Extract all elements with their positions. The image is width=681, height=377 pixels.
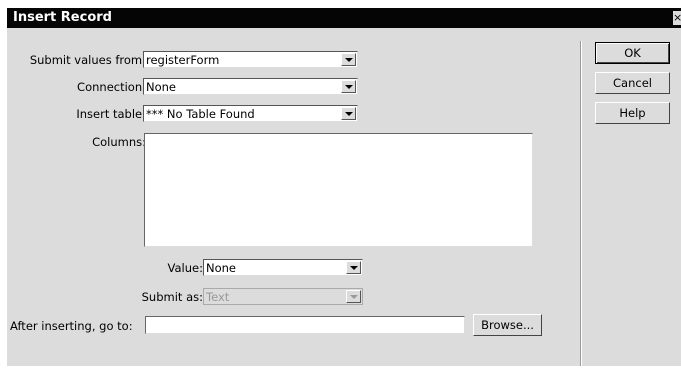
- connection-value: None: [146, 80, 177, 94]
- connection-select[interactable]: None: [143, 78, 358, 95]
- title-bar[interactable]: Insert Record ×: [7, 8, 681, 28]
- ok-button[interactable]: OK: [595, 42, 670, 64]
- insert-record-dialog: Insert Record × Submit values from: regi…: [7, 8, 681, 366]
- submit-as-select[interactable]: Text: [203, 288, 363, 305]
- submit-as-value: Text: [206, 290, 230, 304]
- browse-button[interactable]: Browse...: [473, 314, 542, 336]
- after-inserting-label: After inserting, go to:: [10, 319, 133, 333]
- columns-listbox[interactable]: [144, 133, 533, 247]
- submit-values-from-select[interactable]: registerForm: [143, 51, 358, 68]
- value-value: None: [206, 261, 237, 275]
- chevron-down-icon[interactable]: [341, 53, 356, 66]
- chevron-down-icon[interactable]: [346, 290, 361, 303]
- connection-label: Connection:: [77, 80, 146, 94]
- insert-table-select[interactable]: *** No Table Found: [143, 105, 358, 122]
- insert-table-value: *** No Table Found: [146, 107, 255, 121]
- after-inserting-input[interactable]: [145, 316, 465, 334]
- chevron-down-icon[interactable]: [346, 261, 361, 274]
- submit-values-from-label: Submit values from:: [29, 53, 146, 67]
- submit-values-from-value: registerForm: [146, 53, 220, 67]
- value-select[interactable]: None: [203, 259, 363, 276]
- vertical-divider: [580, 41, 582, 366]
- help-button[interactable]: Help: [595, 102, 670, 124]
- cancel-button[interactable]: Cancel: [595, 72, 670, 94]
- submit-as-label: Submit as:: [141, 290, 203, 304]
- chevron-down-icon[interactable]: [341, 107, 356, 120]
- columns-label: Columns:: [92, 135, 146, 149]
- chevron-down-icon[interactable]: [341, 80, 356, 93]
- value-label: Value:: [167, 261, 203, 275]
- insert-table-label: Insert table:: [76, 107, 146, 121]
- dialog-title: Insert Record: [13, 10, 112, 25]
- close-icon[interactable]: ×: [673, 11, 681, 25]
